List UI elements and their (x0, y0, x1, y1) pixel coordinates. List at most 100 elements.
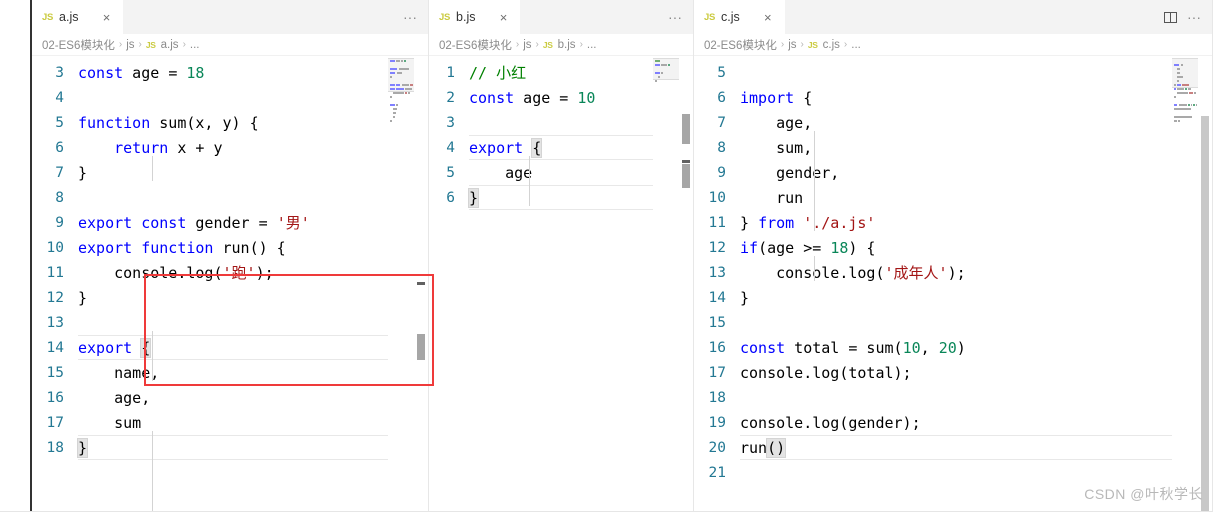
breadcrumb-c[interactable]: 02-ES6模块化 › js › JS c.js › ... (694, 34, 1212, 56)
code-line[interactable]: 4 (32, 85, 388, 110)
scrollbar-thumb[interactable] (417, 334, 425, 360)
code-line[interactable]: 13 (32, 310, 388, 335)
code-line[interactable]: 1 // 小红 (429, 60, 653, 85)
code-area-c[interactable]: 5 6 import {7 age, 8 sum, 9 gender, 10 run 11}… (694, 56, 1212, 512)
breadcrumb-segment[interactable]: ... (587, 39, 597, 51)
code-line[interactable]: 5 (694, 60, 1172, 85)
code-line[interactable]: 12} (32, 285, 388, 310)
tabbar-empty-space (521, 0, 664, 34)
code-line[interactable]: 20 run() (694, 435, 1172, 460)
code-line[interactable]: 7} (32, 160, 388, 185)
editor-group-c: JS c.js × ··· 02-ES6模块化 › js › JS c.js ›… (694, 0, 1213, 512)
code-text: } from './a.js' (740, 214, 875, 232)
scrollbar-thumb[interactable] (1201, 116, 1209, 512)
code-line[interactable]: 6 import { (694, 85, 1172, 110)
code-line[interactable]: 15 name, (32, 360, 388, 385)
breadcrumb-segment[interactable]: 02-ES6模块化 (439, 37, 512, 53)
line-number: 5 (717, 64, 726, 81)
code-line[interactable]: 9 export const gender = '男' (32, 210, 388, 235)
breadcrumb-segment[interactable]: js (126, 39, 134, 51)
code-token: } (740, 213, 759, 232)
code-line[interactable]: 5 age (429, 160, 653, 185)
code-line[interactable]: 15 (694, 310, 1172, 335)
code-line[interactable]: 19 console.log(gender); (694, 410, 1172, 435)
chevron-right-icon: › (138, 39, 142, 50)
breadcrumb-segment[interactable]: c.js (823, 39, 840, 51)
code-line[interactable]: 3 (429, 110, 653, 135)
tab-b-js[interactable]: JS b.js × (429, 0, 522, 34)
code-lines-a[interactable]: 3 const age = 18 4 5 function sum(x, y) {6 r… (32, 56, 388, 512)
code-line[interactable]: 6} (429, 185, 653, 210)
breadcrumb-b[interactable]: 02-ES6模块化 › js › JS b.js › ... (429, 34, 693, 56)
breadcrumb-segment[interactable]: js (523, 39, 531, 51)
code-line[interactable]: 14 export { (32, 335, 388, 360)
code-line[interactable]: 5 function sum(x, y) { (32, 110, 388, 135)
split-editor-icon[interactable] (1159, 3, 1181, 31)
minimap-c[interactable] (1172, 56, 1198, 512)
code-lines-b[interactable]: 1// 小红 2 const age = 10 3 4 export {5 age 6} (429, 56, 653, 512)
breadcrumb-segment[interactable]: 02-ES6模块化 (704, 37, 777, 53)
code-line[interactable]: 9 gender, (694, 160, 1172, 185)
code-line[interactable]: 7 age, (694, 110, 1172, 135)
scrollbar-b[interactable] (679, 56, 693, 512)
scrollbar-thumb-secondary[interactable] (682, 164, 690, 188)
breadcrumb-a[interactable]: 02-ES6模块化 › js › JS a.js › ... (32, 34, 428, 56)
code-line[interactable]: 10 run (694, 185, 1172, 210)
code-line[interactable]: 8 (32, 185, 388, 210)
chevron-right-icon: › (515, 39, 520, 50)
code-text: sum (78, 414, 141, 432)
code-line[interactable]: 4 export { (429, 135, 653, 160)
close-icon[interactable]: × (98, 9, 114, 25)
tab-c-js[interactable]: JS c.js × (694, 0, 786, 34)
code-line[interactable]: 14} (694, 285, 1172, 310)
breadcrumb-segment[interactable]: b.js (558, 39, 576, 51)
code-line[interactable]: 10 export function run() { (32, 235, 388, 260)
code-line[interactable]: 3 const age = 18 (32, 60, 388, 85)
code-token: { (794, 88, 813, 107)
code-line[interactable]: 17 console.log(total); (694, 360, 1172, 385)
minimap-b[interactable] (653, 56, 679, 512)
breadcrumb-segment[interactable]: ... (190, 39, 200, 51)
code-line[interactable]: 11 console.log('跑'); (32, 260, 388, 285)
code-lines-c[interactable]: 5 6 import {7 age, 8 sum, 9 gender, 10 run 11}… (694, 56, 1172, 512)
code-token: run() { (213, 238, 286, 257)
close-icon[interactable]: × (495, 9, 511, 25)
code-line[interactable]: 16 age, (32, 385, 388, 410)
close-icon[interactable]: × (760, 9, 776, 25)
code-line[interactable]: 21 (694, 460, 1172, 485)
code-line[interactable]: 6 return x + y (32, 135, 388, 160)
code-line[interactable]: 12 if(age >= 18) { (694, 235, 1172, 260)
line-number: 17 (46, 414, 64, 431)
chevron-right-icon: › (535, 39, 539, 50)
more-actions-icon[interactable]: ··· (664, 3, 686, 31)
breadcrumb-segment[interactable]: a.js (161, 39, 179, 51)
more-actions-icon[interactable]: ··· (1183, 3, 1205, 31)
scrollbar-a[interactable] (414, 56, 428, 512)
code-area-a[interactable]: 3 const age = 18 4 5 function sum(x, y) {6 r… (32, 56, 428, 512)
minimap-a[interactable] (388, 56, 414, 512)
code-line[interactable]: 8 sum, (694, 135, 1172, 160)
code-area-b[interactable]: 1// 小红 2 const age = 10 3 4 export {5 age 6} (429, 56, 693, 512)
code-line[interactable]: 18 (694, 385, 1172, 410)
code-text: const age = 10 (469, 89, 595, 107)
scrollbar-thumb[interactable] (682, 114, 690, 144)
code-line[interactable]: 2 const age = 10 (429, 85, 653, 110)
code-line[interactable]: 13 console.log('成年人'); (694, 260, 1172, 285)
line-number: 10 (708, 189, 726, 206)
code-line[interactable]: 11 } from './a.js' (694, 210, 1172, 235)
breadcrumb-segment[interactable]: js (788, 39, 796, 51)
code-line[interactable]: 18} (32, 435, 388, 460)
breadcrumb-segment[interactable]: ... (851, 39, 861, 51)
code-line[interactable]: 17 sum (32, 410, 388, 435)
more-actions-icon[interactable]: ··· (399, 3, 421, 31)
code-line[interactable]: 16 const total = sum(10, 20) (694, 335, 1172, 360)
breadcrumb-segment[interactable]: 02-ES6模块化 (42, 37, 115, 53)
code-text: return x + y (78, 139, 222, 157)
code-token: { (531, 137, 543, 158)
tab-a-js[interactable]: JS a.js × (32, 0, 125, 34)
line-number: 11 (708, 214, 726, 231)
scrollbar-c[interactable] (1198, 56, 1212, 512)
